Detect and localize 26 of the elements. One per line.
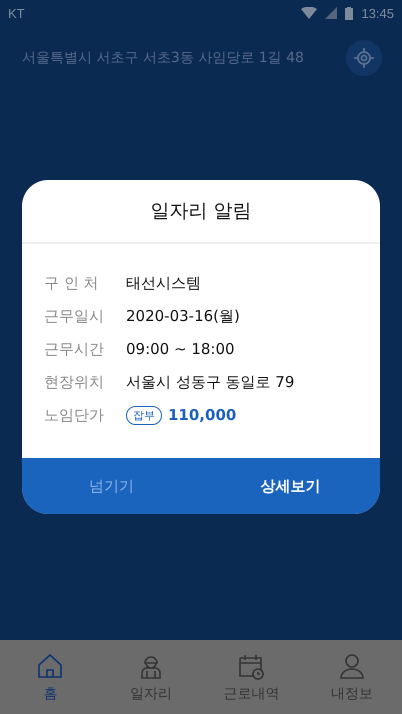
job-type-tag: 잡부 [126,406,162,424]
field-value: 09:00 ~ 18:00 [126,340,235,358]
nav-tab[interactable]: 내정보 [302,640,402,714]
field-label: 현장위치 [44,372,105,392]
field-value: 2020-03-16(월) [126,306,240,326]
target-icon [353,47,375,69]
nav-tab[interactable]: 일자리 [100,640,201,714]
nav-tab[interactable]: 근로내역 [201,640,302,714]
nav-tab[interactable]: 홈 [0,640,100,714]
battery-icon [345,6,354,20]
field-label: 근무시간 [44,340,105,358]
skip-button[interactable]: 넘기기 [22,458,201,514]
dialog-title: 일자리 알림 [22,180,380,244]
details-button[interactable]: 상세보기 [201,458,380,514]
field-label: 근무일시 [44,306,105,326]
field-value: 서울시 성동구 동일로 79 [126,372,294,392]
wifi-icon [301,7,318,19]
field-value: 110,000 [168,406,236,424]
field-label: 노임단가 [44,406,105,424]
signal-icon [325,7,338,19]
current-address: 서울특별시 서초구 서초3동 사임당로 1길 48 [22,49,305,67]
field-label: 구 인 처 [44,274,100,292]
field-value: 태선시스템 [126,274,201,292]
clock-time: 13:45 [361,6,394,20]
carrier-name: KT [8,6,25,20]
location-button[interactable] [346,40,382,76]
